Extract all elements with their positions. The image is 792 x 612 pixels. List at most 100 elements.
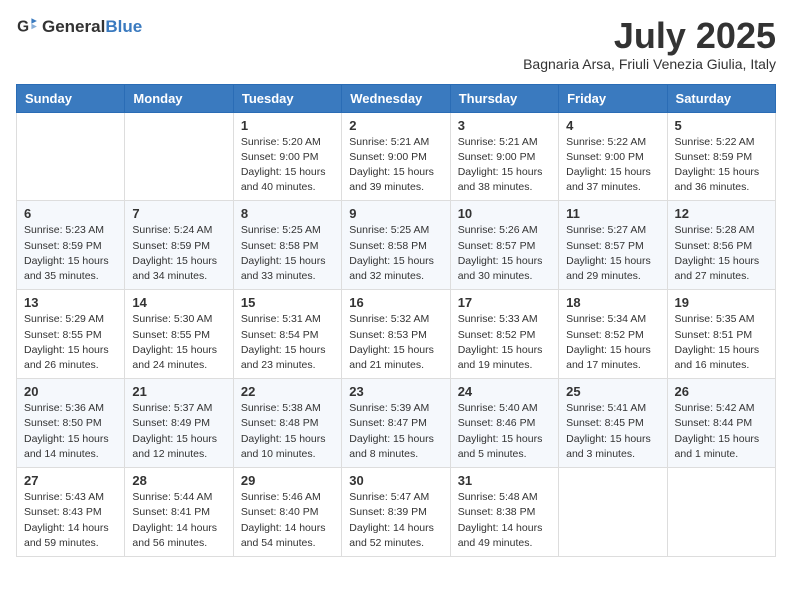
day-info: Sunrise: 5:47 AM Sunset: 8:39 PM Dayligh… (349, 490, 442, 551)
day-number: 30 (349, 473, 442, 488)
calendar-cell (559, 468, 667, 557)
location-title: Bagnaria Arsa, Friuli Venezia Giulia, It… (523, 56, 776, 72)
column-header-sunday: Sunday (17, 84, 125, 112)
day-number: 25 (566, 384, 659, 399)
day-number: 9 (349, 206, 442, 221)
svg-text:G: G (17, 18, 29, 35)
logo-icon: G (16, 16, 38, 38)
calendar-cell: 9 Sunrise: 5:25 AM Sunset: 8:58 PM Daylig… (342, 201, 450, 290)
day-info: Sunrise: 5:36 AM Sunset: 8:50 PM Dayligh… (24, 401, 117, 462)
day-info: Sunrise: 5:25 AM Sunset: 8:58 PM Dayligh… (349, 223, 442, 284)
calendar-header-row: SundayMondayTuesdayWednesdayThursdayFrid… (17, 84, 776, 112)
column-header-wednesday: Wednesday (342, 84, 450, 112)
day-number: 24 (458, 384, 551, 399)
day-info: Sunrise: 5:37 AM Sunset: 8:49 PM Dayligh… (132, 401, 225, 462)
calendar-cell (17, 112, 125, 201)
calendar-cell: 26Sunrise: 5:42 AM Sunset: 8:44 PM Dayli… (667, 379, 775, 468)
calendar-cell (667, 468, 775, 557)
calendar-cell: 10 Sunrise: 5:26 AM Sunset: 8:57 PM Dayli… (450, 201, 558, 290)
calendar-cell: 2 Sunrise: 5:21 AM Sunset: 9:00 PM Daylig… (342, 112, 450, 201)
day-number: 22 (241, 384, 334, 399)
day-number: 5 (675, 118, 768, 133)
day-info: Sunrise: 5:25 AM Sunset: 8:58 PM Dayligh… (241, 223, 334, 284)
calendar-cell: 3Sunrise: 5:21 AM Sunset: 9:00 PM Daylig… (450, 112, 558, 201)
day-info: Sunrise: 5:41 AM Sunset: 8:45 PM Dayligh… (566, 401, 659, 462)
page-header: G GeneralBlue July 2025 Bagnaria Arsa, F… (16, 16, 776, 72)
column-header-tuesday: Tuesday (233, 84, 341, 112)
calendar-cell: 22 Sunrise: 5:38 AM Sunset: 8:48 PM Dayli… (233, 379, 341, 468)
day-number: 11 (566, 206, 659, 221)
day-number: 27 (24, 473, 117, 488)
day-info: Sunrise: 5:22 AM Sunset: 9:00 PM Dayligh… (566, 135, 659, 196)
day-number: 2 (349, 118, 442, 133)
title-area: July 2025 Bagnaria Arsa, Friuli Venezia … (523, 16, 776, 72)
day-number: 17 (458, 295, 551, 310)
calendar-cell: 5 Sunrise: 5:22 AM Sunset: 8:59 PM Daylig… (667, 112, 775, 201)
day-number: 16 (349, 295, 442, 310)
week-row-1: 1 Sunrise: 5:20 AM Sunset: 9:00 PM Daylig… (17, 112, 776, 201)
day-info: Sunrise: 5:21 AM Sunset: 9:00 PM Dayligh… (349, 135, 442, 196)
calendar-cell: 18 Sunrise: 5:34 AM Sunset: 8:52 PM Dayli… (559, 290, 667, 379)
day-info: Sunrise: 5:32 AM Sunset: 8:53 PM Dayligh… (349, 312, 442, 373)
week-row-4: 20Sunrise: 5:36 AM Sunset: 8:50 PM Dayli… (17, 379, 776, 468)
day-info: Sunrise: 5:30 AM Sunset: 8:55 PM Dayligh… (132, 312, 225, 373)
logo-general: General (42, 17, 105, 36)
day-number: 7 (132, 206, 225, 221)
day-info: Sunrise: 5:27 AM Sunset: 8:57 PM Dayligh… (566, 223, 659, 284)
day-number: 15 (241, 295, 334, 310)
day-number: 26 (675, 384, 768, 399)
column-header-monday: Monday (125, 84, 233, 112)
day-number: 4 (566, 118, 659, 133)
column-header-friday: Friday (559, 84, 667, 112)
calendar-cell: 20Sunrise: 5:36 AM Sunset: 8:50 PM Dayli… (17, 379, 125, 468)
calendar-cell: 1 Sunrise: 5:20 AM Sunset: 9:00 PM Daylig… (233, 112, 341, 201)
week-row-5: 27 Sunrise: 5:43 AM Sunset: 8:43 PM Dayli… (17, 468, 776, 557)
day-number: 21 (132, 384, 225, 399)
logo: G GeneralBlue (16, 16, 142, 38)
calendar-cell: 7Sunrise: 5:24 AM Sunset: 8:59 PM Daylig… (125, 201, 233, 290)
day-number: 19 (675, 295, 768, 310)
day-info: Sunrise: 5:40 AM Sunset: 8:46 PM Dayligh… (458, 401, 551, 462)
column-header-thursday: Thursday (450, 84, 558, 112)
day-number: 1 (241, 118, 334, 133)
calendar-cell: 23Sunrise: 5:39 AM Sunset: 8:47 PM Dayli… (342, 379, 450, 468)
calendar-cell: 31 Sunrise: 5:48 AM Sunset: 8:38 PM Dayli… (450, 468, 558, 557)
day-number: 8 (241, 206, 334, 221)
day-info: Sunrise: 5:20 AM Sunset: 9:00 PM Dayligh… (241, 135, 334, 196)
day-info: Sunrise: 5:43 AM Sunset: 8:43 PM Dayligh… (24, 490, 117, 551)
day-info: Sunrise: 5:34 AM Sunset: 8:52 PM Dayligh… (566, 312, 659, 373)
day-number: 31 (458, 473, 551, 488)
calendar-table: SundayMondayTuesdayWednesdayThursdayFrid… (16, 84, 776, 557)
calendar-cell: 27 Sunrise: 5:43 AM Sunset: 8:43 PM Dayli… (17, 468, 125, 557)
calendar-cell: 28 Sunrise: 5:44 AM Sunset: 8:41 PM Dayli… (125, 468, 233, 557)
calendar-cell: 15Sunrise: 5:31 AM Sunset: 8:54 PM Dayli… (233, 290, 341, 379)
calendar-cell: 30 Sunrise: 5:47 AM Sunset: 8:39 PM Dayli… (342, 468, 450, 557)
day-number: 3 (458, 118, 551, 133)
day-info: Sunrise: 5:39 AM Sunset: 8:47 PM Dayligh… (349, 401, 442, 462)
day-info: Sunrise: 5:22 AM Sunset: 8:59 PM Dayligh… (675, 135, 768, 196)
day-info: Sunrise: 5:26 AM Sunset: 8:57 PM Dayligh… (458, 223, 551, 284)
day-number: 28 (132, 473, 225, 488)
day-info: Sunrise: 5:29 AM Sunset: 8:55 PM Dayligh… (24, 312, 117, 373)
calendar-cell: 17 Sunrise: 5:33 AM Sunset: 8:52 PM Dayli… (450, 290, 558, 379)
month-title: July 2025 (523, 16, 776, 56)
day-number: 13 (24, 295, 117, 310)
day-number: 29 (241, 473, 334, 488)
week-row-2: 6Sunrise: 5:23 AM Sunset: 8:59 PM Daylig… (17, 201, 776, 290)
calendar-cell: 13 Sunrise: 5:29 AM Sunset: 8:55 PM Dayli… (17, 290, 125, 379)
calendar-cell: 21 Sunrise: 5:37 AM Sunset: 8:49 PM Dayli… (125, 379, 233, 468)
calendar-cell (125, 112, 233, 201)
day-info: Sunrise: 5:38 AM Sunset: 8:48 PM Dayligh… (241, 401, 334, 462)
day-info: Sunrise: 5:23 AM Sunset: 8:59 PM Dayligh… (24, 223, 117, 284)
day-number: 18 (566, 295, 659, 310)
day-info: Sunrise: 5:35 AM Sunset: 8:51 PM Dayligh… (675, 312, 768, 373)
day-number: 14 (132, 295, 225, 310)
day-info: Sunrise: 5:33 AM Sunset: 8:52 PM Dayligh… (458, 312, 551, 373)
day-info: Sunrise: 5:44 AM Sunset: 8:41 PM Dayligh… (132, 490, 225, 551)
day-number: 10 (458, 206, 551, 221)
calendar-cell: 19 Sunrise: 5:35 AM Sunset: 8:51 PM Dayli… (667, 290, 775, 379)
day-info: Sunrise: 5:48 AM Sunset: 8:38 PM Dayligh… (458, 490, 551, 551)
day-info: Sunrise: 5:46 AM Sunset: 8:40 PM Dayligh… (241, 490, 334, 551)
calendar-cell: 4 Sunrise: 5:22 AM Sunset: 9:00 PM Daylig… (559, 112, 667, 201)
calendar-cell: 25 Sunrise: 5:41 AM Sunset: 8:45 PM Dayli… (559, 379, 667, 468)
